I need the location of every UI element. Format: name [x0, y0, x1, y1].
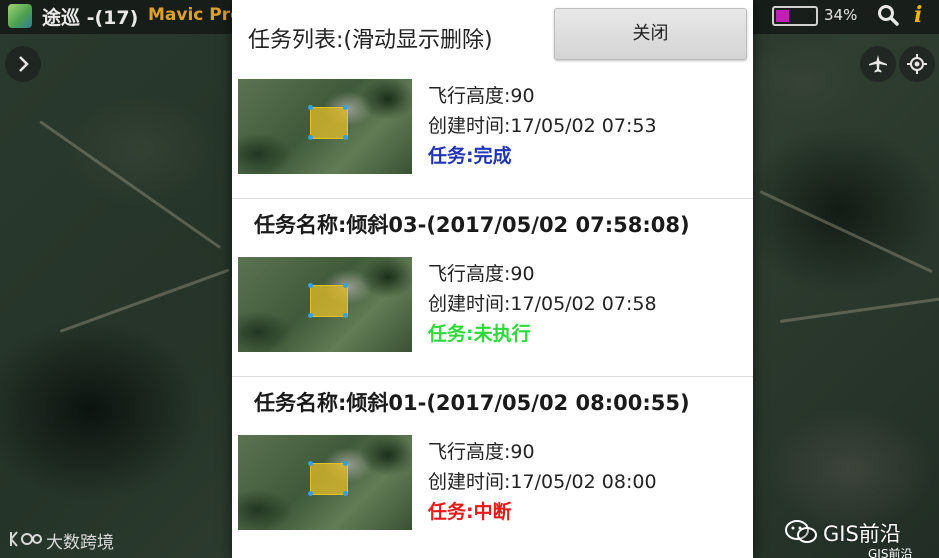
task-thumbnail: [238, 257, 412, 352]
task-created-time: 创建时间:17/05/02 07:53: [428, 115, 657, 137]
task-status: 任务:完成: [428, 145, 512, 167]
task-status: 任务:未执行: [428, 323, 531, 345]
task-thumbnail: [238, 79, 412, 174]
task-thumbnail: [238, 435, 412, 530]
task-name: 任务名称:倾斜03-(2017/05/02 07:58:08): [254, 213, 690, 237]
dialog-title: 任务列表:(滑动显示删除): [248, 28, 493, 53]
watermark-logo-icon: [10, 531, 42, 547]
airplane-icon: [869, 55, 887, 73]
locate-button[interactable]: [899, 46, 935, 82]
chevron-right-icon: [19, 56, 29, 72]
task-info: 飞行高度:90 创建时间:17/05/02 08:00 任务:中断: [428, 437, 657, 527]
task-altitude: 飞行高度:90: [428, 85, 535, 107]
close-button[interactable]: 关闭: [554, 8, 747, 60]
screen: 途巡 -(17) Mavic Pro 34% i 任务列表:(滑动显示删除) 关…: [0, 0, 939, 558]
locate-icon: [907, 54, 927, 74]
task-list-dialog: 任务列表:(滑动显示删除) 关闭 飞行高度:90 创建时间:17/05/02 0…: [232, 0, 753, 558]
info-icon[interactable]: i: [914, 2, 922, 28]
search-icon[interactable]: [876, 3, 900, 27]
task-created-time: 创建时间:17/05/02 07:58: [428, 293, 657, 315]
task-status: 任务:中断: [428, 501, 512, 523]
watermark-right: GIS前沿: [823, 522, 901, 546]
task-area-polygon: [310, 285, 348, 317]
battery-level-fill: [776, 10, 789, 22]
task-item[interactable]: 任务名称:倾斜01-(2017/05/02 08:00:55) 飞行高度:90 …: [232, 377, 753, 554]
task-info: 飞行高度:90 创建时间:17/05/02 07:53 任务:完成: [428, 81, 657, 171]
task-item[interactable]: 飞行高度:90 创建时间:17/05/02 07:53 任务:完成: [232, 74, 753, 199]
expand-panel-button[interactable]: [5, 46, 41, 82]
task-item[interactable]: 任务名称:倾斜03-(2017/05/02 07:58:08) 飞行高度:90 …: [232, 199, 753, 377]
app-logo-icon: [8, 4, 32, 28]
task-list[interactable]: 飞行高度:90 创建时间:17/05/02 07:53 任务:完成 任务名称:倾…: [232, 74, 753, 554]
task-altitude: 飞行高度:90: [428, 263, 535, 285]
battery-percent: 34%: [824, 6, 858, 24]
wechat-icon: [785, 520, 817, 543]
watermark-left: 大数跨境: [46, 533, 114, 553]
task-area-polygon: [310, 107, 348, 139]
dialog-header: 任务列表:(滑动显示删除) 关闭: [232, 0, 753, 74]
task-area-polygon: [310, 463, 348, 495]
aircraft-button[interactable]: [860, 46, 896, 82]
watermark-right-small: GIS前沿: [868, 547, 913, 558]
app-title: 途巡 -(17): [42, 7, 139, 29]
battery-indicator: [772, 6, 818, 26]
task-altitude: 飞行高度:90: [428, 441, 535, 463]
task-created-time: 创建时间:17/05/02 08:00: [428, 471, 657, 493]
drone-model-label: Mavic Pro: [148, 5, 242, 25]
task-info: 飞行高度:90 创建时间:17/05/02 07:58 任务:未执行: [428, 259, 657, 349]
task-name: 任务名称:倾斜01-(2017/05/02 08:00:55): [254, 391, 690, 415]
